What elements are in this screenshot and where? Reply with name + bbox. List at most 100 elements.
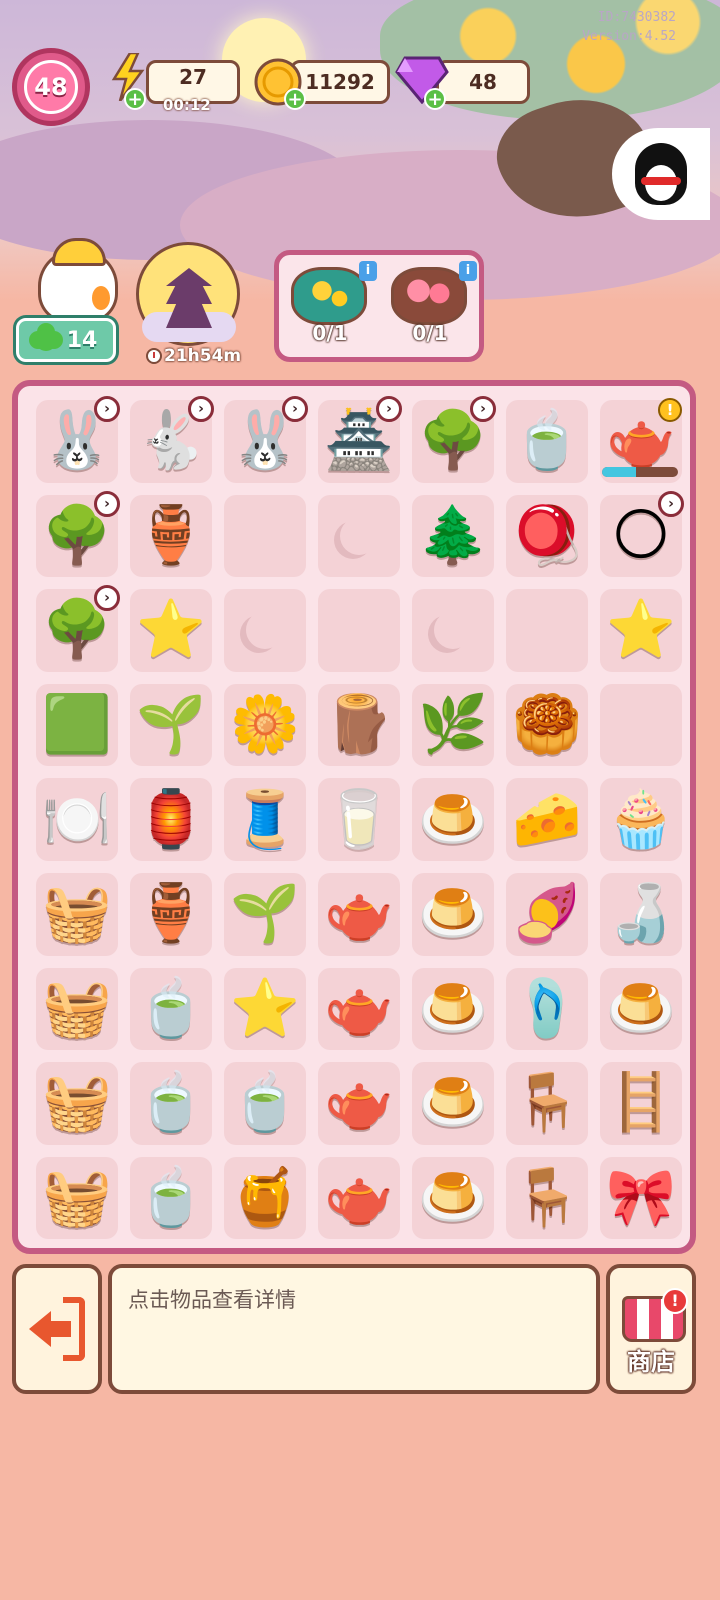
board-cell[interactable]: 🍵 [218,1056,312,1151]
board-cell[interactable]: 🧺 [30,1151,124,1246]
board-cell[interactable]: 🐰 › [218,394,312,489]
osmanthus-jelly-item-icon[interactable]: 🍮 [418,1075,488,1131]
jade-plate-item-icon[interactable]: 🍽️ [42,791,112,848]
board-cell[interactable]: 🎀 [594,1151,688,1246]
shop-button[interactable]: ! 商店 [606,1264,696,1394]
starry-cup-item-icon[interactable]: 🥛 [324,791,394,848]
board-cell[interactable]: 🌳 › [406,394,500,489]
board-cell[interactable]: 🌱 [124,678,218,773]
board-cell[interactable]: 🏯 › [312,394,406,489]
board-cell[interactable]: ⭐ [594,583,688,678]
board-cell[interactable]: 🌱 [218,867,312,962]
star-chest-item-icon[interactable]: ⭐ [136,602,206,658]
lantern-vase-item-icon[interactable]: 🏺 [136,886,206,942]
wine-bottle-item-icon[interactable]: 🍶 [606,886,676,942]
fabric-bundle-item-icon[interactable]: 🎀 [606,1170,676,1226]
board-cell[interactable]: 🏮 [124,772,218,867]
board-cell[interactable]: 🍯 [218,1151,312,1246]
bunny-mortar-generator-icon[interactable]: 🐰 [42,413,112,469]
board-cell[interactable]: 🟩 [30,678,124,773]
empty-board-cell[interactable] [500,583,594,678]
board-cell[interactable]: 🥛 [312,772,406,867]
player-level-badge[interactable]: 48 [12,48,90,126]
board-cell[interactable]: 🪵 [312,678,406,773]
empty-board-cell[interactable] [312,583,406,678]
moon-tree-generator-icon[interactable]: 🌳 [42,507,112,564]
osmanthus-jelly-item-icon[interactable]: 🍮 [606,980,676,1037]
osmanthus-basket-item-icon[interactable]: 🧺 [42,1075,112,1131]
board-cell[interactable]: 🍮 [406,867,500,962]
board-cell[interactable]: 🫖 [312,962,406,1057]
bunny-teacup-item-icon[interactable]: 🍵 [136,1075,206,1131]
osmanthus-flowers-item-icon[interactable]: 🌼 [230,697,300,753]
board-cell[interactable]: 🧀 [500,772,594,867]
golden-lantern-item-icon[interactable]: 🏮 [136,791,206,848]
board-cell[interactable]: 🧺 [30,867,124,962]
board-cell[interactable]: 🐰 › [30,394,124,489]
exit-button[interactable] [12,1264,102,1394]
taro-mooncake-item-icon[interactable]: 🍠 [512,886,582,942]
osmanthus-twig-item-icon[interactable]: 🌿 [418,697,488,753]
board-cell[interactable]: 🧺 [30,1056,124,1151]
board-cell[interactable]: 🍵 [124,1056,218,1151]
bunny-cupcake-item-icon[interactable]: 🧁 [606,791,676,848]
bunny-teacup-item-icon[interactable]: 🍵 [136,1170,206,1226]
bunny-teacup-item-icon[interactable]: 🍵 [512,413,582,469]
board-cell[interactable]: 🍶 [594,867,688,962]
osmanthus-jelly-item-icon[interactable]: 🍮 [418,791,488,848]
empty-board-cell[interactable] [218,489,312,584]
board-cell[interactable]: 🍮 [406,1056,500,1151]
moon-tree-generator-icon[interactable]: 🌳 [42,602,112,658]
board-cell[interactable]: 🍠 [500,867,594,962]
osmanthus-basket-item-icon[interactable]: 🧺 [42,980,112,1037]
order-slot[interactable]: i 0/1 [285,261,377,355]
bunny-golden-mortar-generator-icon[interactable]: 🐇 [136,413,206,469]
osmanthus-basket-item-icon[interactable]: 🧺 [42,886,112,942]
branch-item-icon[interactable]: 🪵 [324,697,394,753]
board-cell[interactable]: 🪑 [500,1056,594,1151]
small-star-item-icon[interactable]: ⭐ [606,602,676,658]
clover-counter[interactable]: 14 [16,318,116,362]
porcelain-tea-set-item-icon[interactable]: 🫖 [324,1075,394,1131]
bunny-teacup-item-icon[interactable]: 🍵 [136,980,206,1037]
order-info-icon[interactable]: i [359,261,377,281]
board-cell[interactable]: 🏺 [124,489,218,584]
gem-counter[interactable]: 48 [436,60,530,104]
board-cell[interactable]: 🌕 › [594,489,688,584]
board-cell[interactable]: 🪑 [500,1151,594,1246]
starry-jar-item-icon[interactable]: 🏺 [136,507,206,564]
board-cell[interactable]: 🫖 [312,1151,406,1246]
cheese-mooncake-item-icon[interactable]: 🧀 [512,791,582,848]
board-cell[interactable]: 🏺 [124,867,218,962]
mid-autumn-event-button[interactable] [136,242,248,352]
golden-osmanthus-tree-generator-icon[interactable]: 🌳 [418,413,488,469]
board-cell[interactable]: 🪀 [500,489,594,584]
board-cell[interactable]: 🌼 [218,678,312,773]
order-slot[interactable]: i 0/1 [385,261,477,355]
bunny-slippers-item-icon[interactable]: 🩴 [512,980,582,1037]
empty-board-cell[interactable] [406,583,500,678]
porcelain-tea-set-item-icon[interactable]: 🫖 [324,980,394,1037]
board-cell[interactable]: 🍵 [124,962,218,1057]
order-info-icon[interactable]: i [459,261,477,281]
porcelain-tea-set-item-icon[interactable]: 🫖 [324,886,394,942]
board-cell[interactable]: 🧁 [594,772,688,867]
board-cell[interactable]: 🫖 [312,1056,406,1151]
board-cell[interactable]: ⭐ [124,583,218,678]
thread-spool-item-icon[interactable]: 🧵 [230,791,300,848]
empty-board-cell[interactable] [218,583,312,678]
weaving-loom-item-icon[interactable]: 🪑 [512,1075,582,1131]
qq-share-button[interactable] [612,128,710,220]
blue-sapling-item-icon[interactable]: 🌱 [230,886,300,942]
board-cell[interactable]: 🍽️ [30,772,124,867]
wooden-spinning-top-item-icon[interactable]: 🪀 [512,507,582,564]
bonsai-tree-item-icon[interactable]: 🌲 [418,507,488,564]
mooncake-item-icon[interactable]: 🥮 [512,697,582,753]
board-cell[interactable]: 🧵 [218,772,312,867]
board-cell[interactable]: 🍮 [406,1151,500,1246]
board-cell[interactable]: 🍮 [406,962,500,1057]
empty-board-cell[interactable] [312,489,406,584]
board-cell[interactable]: 🍵 [124,1151,218,1246]
board-cell[interactable]: 🌲 [406,489,500,584]
osmanthus-basket-item-icon[interactable]: 🧺 [42,1170,112,1226]
